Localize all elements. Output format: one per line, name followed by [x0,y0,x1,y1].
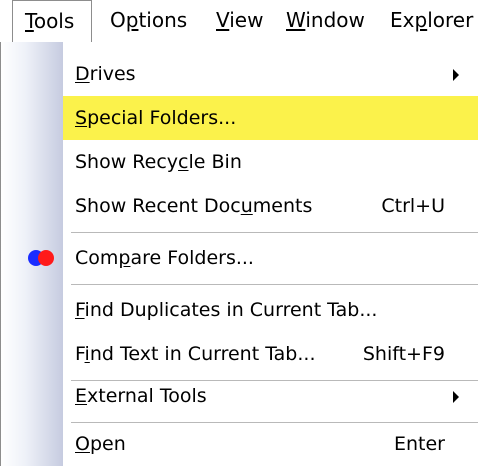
menu-item-drives-label: Drives [75,63,136,85]
menubar-tools[interactable]: Tools [12,0,92,42]
menubar-explorer-label: lorer [427,8,474,32]
menu-item-open-label: Open [75,433,126,455]
menu-item-open[interactable]: Open Enter [1,422,478,466]
menubar-options-label: tions [138,8,188,32]
menu-item-compare-folders[interactable]: Compare Folders... [1,236,478,280]
tools-dropdown-menu: Drives Special Folders... Show Recycle B… [0,42,478,466]
menu-item-shortcut: Ctrl+U [381,195,445,217]
menubar-options[interactable]: Options [110,0,187,42]
menubar-explorer-pre: Ex [390,8,415,32]
menu-item-shortcut: Enter [394,433,445,455]
menu-separator [71,232,478,233]
menu-item-show-recent-documents-label: Show Recent Documents [75,195,313,217]
menu-item-shortcut: Shift+F9 [362,343,445,365]
submenu-arrow-icon [453,391,459,403]
submenu-arrow-icon [453,69,459,81]
menubar-tools-label: ools [33,9,75,33]
menu-separator [71,284,478,285]
menubar-window-label: indow [305,8,365,32]
menubar-explorer-accel: p [414,8,428,32]
menu-bar: Tools Options View Window Explorer [0,0,478,43]
menubar-options-pre: O [110,8,126,32]
menu-item-show-recycle-bin-label: Show Recycle Bin [75,151,242,173]
menu-item-drives[interactable]: Drives [1,52,478,96]
compare-icon [28,250,54,266]
menu-item-find-text[interactable]: Find Text in Current Tab... Shift+F9 [1,332,478,376]
menu-item-find-text-label: Find Text in Current Tab... [75,343,316,365]
menu-item-find-duplicates-label: Find Duplicates in Current Tab... [75,299,378,321]
menubar-view-label: iew [229,8,264,32]
menu-item-find-duplicates[interactable]: Find Duplicates in Current Tab... [1,288,478,332]
menu-item-show-recycle-bin[interactable]: Show Recycle Bin [1,140,478,184]
menu-item-special-folders-label: Special Folders... [75,107,237,129]
menubar-view[interactable]: View [216,0,263,42]
menu-item-show-recent-documents[interactable]: Show Recent Documents Ctrl+U [1,184,478,228]
menubar-view-accel: V [216,8,230,32]
menu-item-special-folders[interactable]: Special Folders... [1,96,478,140]
menubar-window[interactable]: Window [286,0,365,42]
menu-item-compare-folders-label: Compare Folders... [75,247,254,269]
menubar-window-accel: W [286,8,306,32]
menu-item-external-tools[interactable]: External Tools [1,374,478,418]
menu-item-external-tools-label: External Tools [75,385,207,407]
menubar-options-accel: p [125,8,139,32]
menubar-tools-accel: T [25,9,34,33]
menubar-explorer[interactable]: Explorer [390,0,473,42]
